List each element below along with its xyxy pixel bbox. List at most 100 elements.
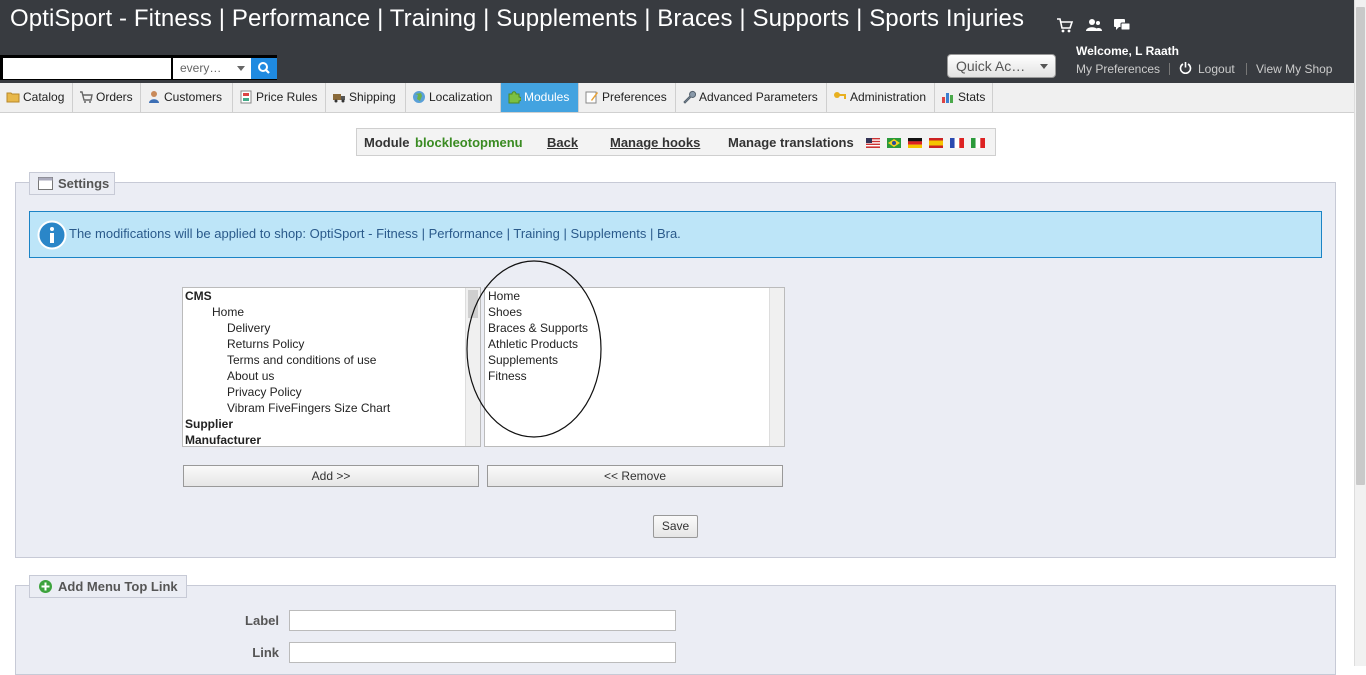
search-scope-value: every… <box>180 61 222 75</box>
save-button[interactable]: Save <box>653 515 698 538</box>
cart-icon <box>80 91 93 103</box>
info-icon <box>37 220 67 250</box>
price-tag-icon <box>240 90 252 104</box>
add-link-legend-label: Add Menu Top Link <box>58 579 178 594</box>
messages-icon[interactable] <box>1113 16 1131 34</box>
list-item[interactable]: Supplier <box>185 416 233 432</box>
search-button[interactable] <box>251 58 277 79</box>
list-item[interactable]: Delivery <box>227 320 270 336</box>
tab-label: Shipping <box>349 90 396 104</box>
list-item[interactable]: Privacy Policy <box>227 384 302 400</box>
pencil-note-icon <box>585 91 598 104</box>
tab-advanced-parameters[interactable]: Advanced Parameters <box>676 83 827 112</box>
label-input[interactable] <box>289 610 676 631</box>
list-item[interactable]: Returns Policy <box>227 336 304 352</box>
add-circle-icon <box>39 580 52 593</box>
add-button[interactable]: Add >> <box>183 465 479 487</box>
flag-br-icon[interactable] <box>887 138 901 148</box>
chevron-down-icon <box>1040 64 1048 69</box>
tab-stats[interactable]: Stats <box>935 83 993 112</box>
folder-icon <box>6 92 20 103</box>
search-input[interactable] <box>3 58 171 79</box>
tab-price-rules[interactable]: Price Rules <box>233 83 326 112</box>
tab-label: Orders <box>96 90 133 104</box>
tab-shipping[interactable]: Shipping <box>326 83 406 112</box>
shop-title[interactable]: OptiSport - Fitness | Performance | Trai… <box>10 5 1024 33</box>
tab-preferences[interactable]: Preferences <box>579 83 676 112</box>
tab-modules[interactable]: Modules <box>501 83 579 112</box>
main-menu-tabs: Catalog Orders Customers Price Rules Shi… <box>0 83 1355 113</box>
search-box: every… <box>0 55 277 80</box>
link-input[interactable] <box>289 642 676 663</box>
customer-icon <box>149 90 159 103</box>
tab-label: Modules <box>524 90 570 104</box>
tab-label: Catalog <box>23 90 65 104</box>
page-scroll-thumb[interactable] <box>1356 7 1365 485</box>
cart-icon[interactable] <box>1056 16 1074 34</box>
tab-label: Localization <box>429 90 493 104</box>
module-toolbar: Module blockleotopmenu Back Manage hooks… <box>356 128 996 156</box>
flag-fr-icon[interactable] <box>950 138 964 148</box>
tab-label: Preferences <box>602 90 667 104</box>
tab-catalog[interactable]: Catalog <box>0 83 73 112</box>
list-item[interactable]: CMS <box>185 288 212 304</box>
power-icon[interactable] <box>1179 61 1192 74</box>
info-text: The modifications will be applied to sho… <box>69 226 681 241</box>
info-message: The modifications will be applied to sho… <box>29 211 1322 258</box>
header-divider <box>1246 63 1247 75</box>
list-scrollbar[interactable] <box>769 288 784 446</box>
module-label: Module <box>364 135 410 150</box>
module-name: blockleotopmenu <box>415 135 523 150</box>
manage-hooks-link[interactable]: Manage hooks <box>610 135 700 150</box>
tab-orders[interactable]: Orders <box>73 83 141 112</box>
flag-it-icon[interactable] <box>971 138 985 148</box>
tab-administration[interactable]: Administration <box>827 83 935 112</box>
tab-label: Customers <box>164 90 223 104</box>
list-item[interactable]: Vibram FiveFingers Size Chart <box>227 400 390 416</box>
chevron-down-icon <box>237 66 245 71</box>
quick-access-select[interactable]: Quick Ac… <box>947 54 1056 78</box>
my-preferences-link[interactable]: My Preferences <box>1076 62 1160 76</box>
link-field-label: Link <box>252 645 279 660</box>
quick-access-label: Quick Ac… <box>956 58 1026 74</box>
flag-de-icon[interactable] <box>908 138 922 148</box>
tab-localization[interactable]: Localization <box>406 83 501 112</box>
search-icon <box>258 62 270 74</box>
view-my-shop-link[interactable]: View My Shop <box>1256 62 1332 76</box>
settings-legend: Settings <box>29 172 115 195</box>
header-divider <box>1169 63 1170 75</box>
puzzle-icon <box>508 91 521 104</box>
flag-es-icon[interactable] <box>929 138 943 148</box>
list-item[interactable]: Manufacturer <box>185 432 261 446</box>
key-icon <box>834 91 846 99</box>
back-link[interactable]: Back <box>547 135 578 150</box>
page-scrollbar[interactable] <box>1354 0 1366 666</box>
welcome-text: Welcome, L Raath <box>1076 44 1179 58</box>
customers-icon[interactable] <box>1085 16 1103 34</box>
welcome-label: Welcome, <box>1076 44 1132 58</box>
list-item[interactable]: About us <box>227 368 274 384</box>
tab-label: Stats <box>958 90 986 104</box>
user-name: L Raath <box>1135 44 1179 58</box>
logout-link[interactable]: Logout <box>1198 62 1235 76</box>
available-items-list[interactable]: CMS Home Delivery Returns Policy Terms a… <box>182 287 481 447</box>
tab-customers[interactable]: Customers <box>141 83 233 112</box>
window-icon <box>38 177 53 190</box>
search-scope-select[interactable]: every… <box>173 58 251 79</box>
admin-header: OptiSport - Fitness | Performance | Trai… <box>0 0 1366 83</box>
truck-icon <box>333 93 345 103</box>
remove-button[interactable]: << Remove <box>487 465 783 487</box>
manage-translations-label: Manage translations <box>728 135 854 150</box>
flag-en-icon[interactable] <box>866 138 880 148</box>
bar-chart-icon <box>942 92 953 103</box>
add-link-legend: Add Menu Top Link <box>29 575 187 598</box>
tab-label: Advanced Parameters <box>699 90 818 104</box>
tab-label: Administration <box>850 90 927 104</box>
label-field-label: Label <box>245 613 279 628</box>
annotation-ellipse <box>466 260 602 438</box>
settings-legend-label: Settings <box>58 176 110 191</box>
list-item[interactable]: Terms and conditions of use <box>227 352 376 368</box>
wrench-icon <box>683 90 696 104</box>
tab-label: Price Rules <box>256 90 318 104</box>
list-item[interactable]: Home <box>212 304 244 320</box>
